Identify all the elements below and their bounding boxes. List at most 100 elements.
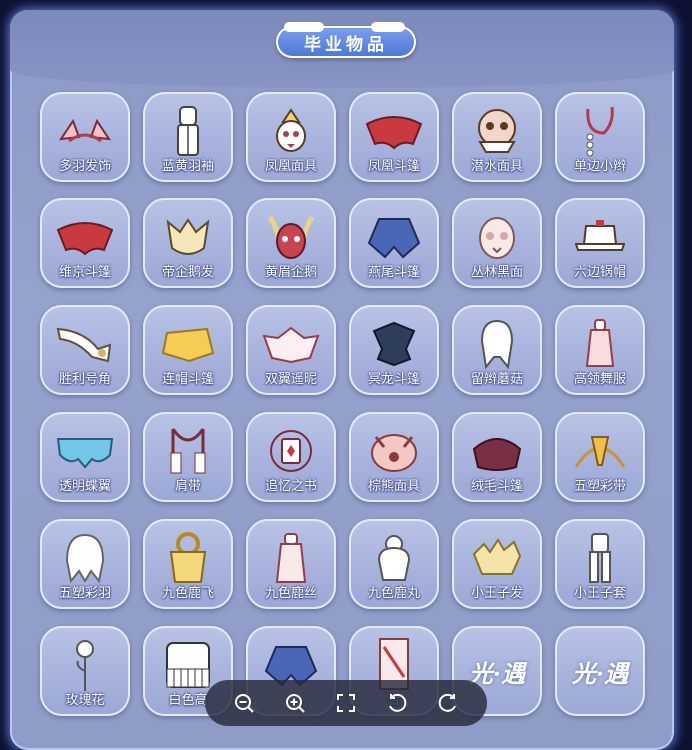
item-label: 凤凰面具 [264,159,317,174]
item-tile[interactable]: 五塑彩羽 [40,519,130,609]
shoulder-strap-icon [143,422,233,480]
blue-cape-icon [349,208,439,266]
item-label: 凤凰斗篷 [367,159,420,174]
rose-icon [40,636,130,694]
zoom-in-icon[interactable] [280,688,310,718]
item-label: 高领舞服 [573,372,626,387]
item-label: 维京斗篷 [58,265,111,280]
item-label: 九色鹿丸 [367,586,420,601]
fluffy-cape-icon [452,422,542,480]
item-tile[interactable]: 五塑彩带 [555,412,645,502]
item-label: 胜利号角 [58,372,111,387]
item-label: 黄眉企鹅 [264,265,317,280]
diving-mask-icon [452,102,542,160]
item-tile[interactable]: 胜利号角 [40,305,130,395]
item-label: 玫瑰花 [65,693,105,708]
item-tile[interactable]: 九色鹿丸 [349,519,439,609]
horn-icon [40,315,130,373]
item-label: 小王子套 [573,586,626,601]
snow-decoration [371,22,405,32]
item-label: 多羽发饰 [58,159,111,174]
item-tile[interactable]: 蓝黄羽袖 [143,92,233,182]
item-label: 五塑彩带 [573,479,626,494]
item-tile[interactable]: 丛林黑面 [452,198,542,288]
item-label: 绒毛斗篷 [470,479,523,494]
item-label: 小王子发 [470,586,523,601]
rotate-left-icon[interactable] [382,688,412,718]
dark-cape-icon [349,315,439,373]
rotate-right-icon[interactable] [433,688,463,718]
item-tile[interactable]: 维京斗篷 [40,198,130,288]
item-label: 棕熊面具 [367,479,420,494]
item-tile[interactable]: 高领舞服 [555,305,645,395]
panel-title: 毕业物品 [276,22,416,58]
butterfly-cape-icon [40,422,130,480]
item-tile[interactable]: 绒毛斗篷 [452,412,542,502]
item-tile[interactable]: 玫瑰花 [40,626,130,716]
item-tile[interactable]: 肩带 [143,412,233,502]
item-label: 单边小辫 [573,159,626,174]
image-viewer-toolbar [205,680,487,726]
feather-hairpin-icon [40,102,130,160]
item-label: 五塑彩羽 [58,586,111,601]
item-tile[interactable]: 单边小辫 [555,92,645,182]
yellow-cape-icon [143,315,233,373]
wing-cape-icon [246,315,336,373]
item-label: 蓝黄羽袖 [161,159,214,174]
item-tile[interactable]: 凤凰面具 [246,92,336,182]
white-hair-icon [40,529,130,587]
item-label: 追忆之书 [264,479,317,494]
prince-outfit-icon [555,529,645,587]
red-cape-icon [40,208,130,266]
item-label: 帝企鹅发 [161,265,214,280]
item-tile[interactable]: 帝企鹅发 [143,198,233,288]
penguin-hair-icon [143,208,233,266]
item-tile[interactable]: 追忆之书 [246,412,336,502]
item-label: 连帽斗篷 [161,372,214,387]
mushroom-hair-icon [452,315,542,373]
item-label: 九色鹿丝 [264,586,317,601]
item-label: 冥龙斗篷 [367,372,420,387]
item-label: 潜水面具 [470,159,523,174]
snow-decoration [284,22,324,32]
item-label: 双翼遥昵 [264,372,317,387]
mask-icon [452,208,542,266]
item-tile[interactable]: 冥龙斗篷 [349,305,439,395]
item-tile[interactable]: 小王子发 [452,519,542,609]
dress-icon [555,315,645,373]
item-tile[interactable]: 九色鹿丝 [246,519,336,609]
braid-icon [555,102,645,160]
bear-mask-icon [349,422,439,480]
fullscreen-icon[interactable] [331,688,361,718]
item-label: 留辫蘑菇 [470,372,523,387]
phoenix-mask-icon [246,102,336,160]
item-tile[interactable]: 多羽发饰 [40,92,130,182]
ribbon-icon [555,422,645,480]
panel-title-text: 毕业物品 [304,34,388,55]
outfit-icon [143,102,233,160]
item-label: 六边锅帽 [573,265,626,280]
item-tile[interactable]: 六边锅帽 [555,198,645,288]
item-tile[interactable]: 九色鹿飞 [143,519,233,609]
zoom-out-icon[interactable] [229,688,259,718]
item-label: 透明蝶翼 [58,479,111,494]
item-tile[interactable]: 燕尾斗篷 [349,198,439,288]
red-cape-icon [349,102,439,160]
hat-icon [555,208,645,266]
graduation-items-panel: 毕业物品 多羽发饰 蓝黄羽袖 凤凰面具 凤凰斗篷 潜水面具 单边小辫维京斗篷 帝企鹅发 黄眉企… [10,10,674,750]
item-tile[interactable]: 凤凰斗篷 [349,92,439,182]
deer-outfit-icon [246,529,336,587]
item-tile[interactable]: 棕熊面具 [349,412,439,502]
item-tile[interactable]: 黄眉企鹅 [246,198,336,288]
item-tile[interactable]: 透明蝶翼 [40,412,130,502]
item-tile[interactable]: 小王子套 [555,519,645,609]
deer-cape-icon [143,529,233,587]
prince-hair-icon [452,529,542,587]
book-icon [246,422,336,480]
item-tile[interactable]: 留辫蘑菇 [452,305,542,395]
item-tile[interactable]: 双翼遥昵 [246,305,336,395]
item-tile[interactable]: 光·遇 [555,626,645,716]
penguin-mask-icon [246,208,336,266]
item-tile[interactable]: 潜水面具 [452,92,542,182]
item-tile[interactable]: 连帽斗篷 [143,305,233,395]
